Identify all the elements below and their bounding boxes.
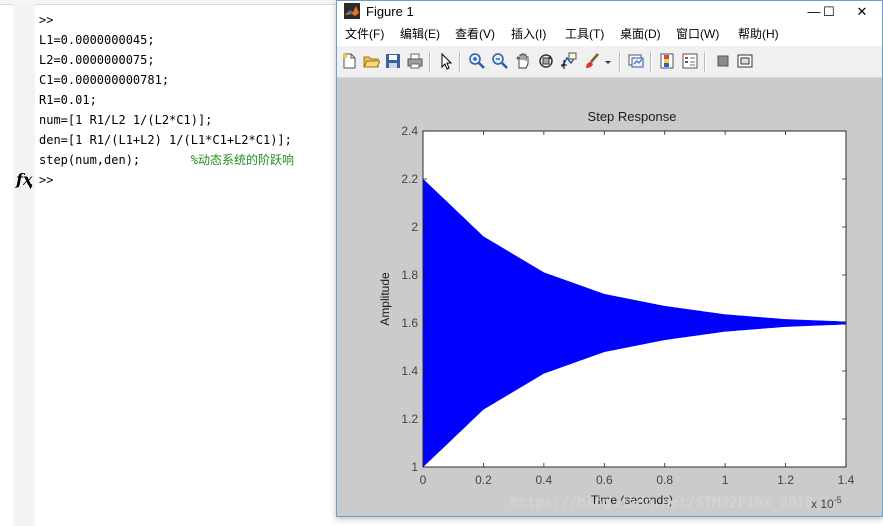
- new-figure-icon[interactable]: [340, 52, 358, 70]
- y-tick-label: 1.6: [401, 316, 418, 330]
- y-tick-label: 1.8: [401, 268, 418, 282]
- menu-window[interactable]: 窗口(W): [676, 26, 719, 42]
- menu-insert[interactable]: 插入(I): [511, 26, 546, 42]
- legend-icon[interactable]: [681, 52, 699, 70]
- menu-edit[interactable]: 编辑(E): [400, 26, 440, 42]
- command-window-gutter: [13, 4, 35, 526]
- toolbar-separator: [704, 52, 706, 72]
- command-prompt-input[interactable]: >>: [39, 171, 53, 189]
- command-window-top-border: [0, 0, 340, 5]
- x-tick-label: 1.2: [777, 473, 794, 487]
- close-button[interactable]: ✕: [842, 1, 882, 22]
- menu-help[interactable]: 帮助(H): [738, 26, 779, 42]
- step-response-chart[interactable]: Step Response 0 0.2 0.4 0.6 0.8 1 1.2 1.4 1 1.2 1.…: [337, 78, 882, 516]
- menu-file[interactable]: 文件(F): [345, 26, 384, 42]
- x-tick-label: 1: [722, 473, 729, 487]
- link-plot-icon[interactable]: [627, 52, 645, 70]
- code-line-prompt: >>: [39, 13, 54, 27]
- x-exponent-power: -5: [834, 495, 842, 505]
- x-tick-label: 0.2: [475, 473, 492, 487]
- matlab-logo-icon: [344, 3, 360, 19]
- print-icon[interactable]: [406, 52, 424, 70]
- code-line-den: den=[1 R1/(L1+L2) 1/(L1*C1+L2*C1)];: [39, 133, 292, 147]
- open-icon[interactable]: [362, 52, 380, 70]
- x-tick-label: 0.8: [656, 473, 673, 487]
- toolbar-separator: [429, 52, 431, 72]
- chevron-down-icon: ▼: [27, 184, 34, 191]
- colorbar-icon[interactable]: [658, 52, 676, 70]
- command-window[interactable]: >> L1=0.0000000045; L2=0.0000000075; C1=…: [0, 0, 340, 526]
- figure-toolbar: [337, 46, 882, 78]
- figure-canvas[interactable]: Step Response 0 0.2 0.4 0.6 0.8 1 1.2 1.4 1 1.2 1.…: [337, 78, 882, 516]
- rotate-3d-icon[interactable]: [537, 52, 555, 70]
- toolbar-separator: [650, 52, 652, 72]
- show-plot-tools-icon[interactable]: [736, 52, 754, 70]
- figure-window[interactable]: Figure 1 — ☐ ✕ 文件(F) 编辑(E) 查看(V) 插入(I) 工…: [336, 0, 883, 517]
- toolbar-separator: [459, 52, 461, 72]
- y-tick-label: 1: [411, 460, 418, 474]
- code-line-step: step(num,den); %动态系统的阶跃响: [39, 151, 294, 169]
- code-line-num: num=[1 R1/L2 1/(L2*C1)];: [39, 113, 213, 127]
- edit-pointer-icon[interactable]: [437, 52, 455, 70]
- code-step-command: step(num,den);: [39, 153, 141, 167]
- y-tick-label: 2.2: [401, 172, 418, 186]
- figure-title: Figure 1: [366, 4, 414, 19]
- x-tick-label: 0: [420, 473, 427, 487]
- pan-icon[interactable]: [514, 52, 532, 70]
- y-tick-label: 2.4: [401, 124, 418, 138]
- hide-plot-tools-icon[interactable]: [714, 52, 732, 70]
- chevron-down-icon[interactable]: [603, 52, 613, 70]
- zoom-in-icon[interactable]: [468, 52, 486, 70]
- y-tick-label: 2: [411, 220, 418, 234]
- menu-tools[interactable]: 工具(T): [565, 26, 604, 42]
- data-cursor-icon[interactable]: [560, 52, 578, 70]
- figure-menubar: 文件(F) 编辑(E) 查看(V) 插入(I) 工具(T) 桌面(D) 窗口(W…: [337, 22, 882, 46]
- toolbar-separator: [619, 52, 621, 72]
- x-exponent-base: x 10: [811, 497, 834, 511]
- x-axis-label: Time (seconds): [591, 493, 673, 507]
- code-line-l1: L1=0.0000000045;: [39, 33, 155, 47]
- zoom-out-icon[interactable]: [491, 52, 509, 70]
- code-line-l2: L2=0.0000000075;: [39, 53, 155, 67]
- x-tick-label: 0.6: [596, 473, 613, 487]
- menu-desktop[interactable]: 桌面(D): [620, 26, 661, 42]
- chart-title: Step Response: [588, 109, 677, 124]
- figure-titlebar[interactable]: Figure 1 — ☐ ✕: [337, 1, 882, 22]
- menu-view[interactable]: 查看(V): [455, 26, 495, 42]
- y-tick-label: 1.2: [401, 412, 418, 426]
- code-line-c1: C1=0.000000000781;: [39, 73, 170, 87]
- brush-icon[interactable]: [583, 52, 601, 70]
- y-tick-label: 1.4: [401, 364, 418, 378]
- code-line-r1: R1=0.01;: [39, 93, 97, 107]
- code-comment: %动态系统的阶跃响: [190, 153, 294, 167]
- x-axis-exponent: x 10-5: [811, 495, 842, 511]
- save-icon[interactable]: [384, 52, 402, 70]
- x-tick-label: 0.4: [536, 473, 553, 487]
- x-tick-label: 1.4: [838, 473, 855, 487]
- y-axis-label: Amplitude: [378, 272, 392, 326]
